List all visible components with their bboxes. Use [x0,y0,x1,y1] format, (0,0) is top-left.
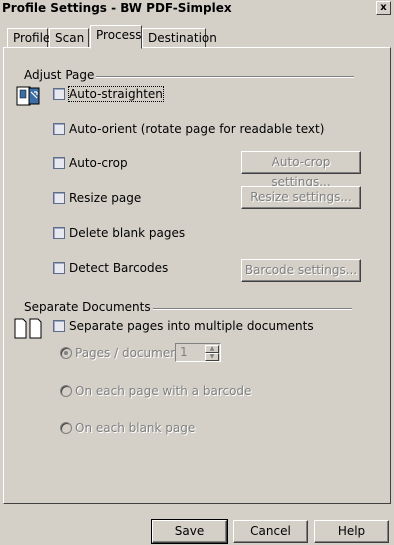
panel-content: Adjust Page Auto-straighten Auto-orient … [0,0,394,545]
auto-orient-checkbox[interactable] [53,123,65,135]
blank-page-label: On each blank page [75,421,196,435]
resize-settings-button[interactable]: Resize settings... [241,186,361,209]
blank-page-radio[interactable] [60,422,72,434]
detect-barcodes-checkbox[interactable] [53,262,65,274]
auto-straighten-label[interactable]: Auto-straighten [68,86,164,102]
barcode-settings-button[interactable]: Barcode settings... [241,259,361,282]
radio-selected-dot [64,351,68,355]
auto-crop-label[interactable]: Auto-crop [69,156,128,170]
auto-crop-checkbox[interactable] [53,157,65,169]
barcode-page-label: On each page with a barcode [75,384,252,398]
separate-pages-label[interactable]: Separate pages into multiple documents [69,319,314,333]
detect-barcodes-label[interactable]: Detect Barcodes [69,261,168,275]
separate-documents-label: Separate Documents [22,300,153,314]
spin-down-button[interactable]: ▼ [205,353,219,361]
auto-orient-label[interactable]: Auto-orient (rotate page for readable te… [69,122,324,136]
auto-crop-settings-button[interactable]: Auto-crop settings... [241,151,361,189]
split-documents-icon [14,318,42,339]
delete-blank-pages-checkbox[interactable] [53,227,65,239]
spin-up-button[interactable]: ▲ [205,345,219,353]
pages-per-document-spinner[interactable]: 1 ▲ ▼ [175,343,221,362]
page-adjust-icon [16,86,40,106]
resize-page-checkbox[interactable] [53,192,65,204]
resize-page-label[interactable]: Resize page [69,191,141,205]
separate-pages-checkbox[interactable] [53,320,65,332]
pages-per-document-label: Pages / document: [75,346,187,360]
pages-per-document-value: 1 [180,345,188,359]
delete-blank-pages-label[interactable]: Delete blank pages [69,226,185,240]
pages-per-document-radio[interactable] [60,347,72,359]
spinner-buttons: ▲ ▼ [205,345,219,361]
auto-straighten-checkbox[interactable] [53,88,65,100]
adjust-page-label: Adjust Page [22,68,97,82]
barcode-page-radio[interactable] [60,385,72,397]
